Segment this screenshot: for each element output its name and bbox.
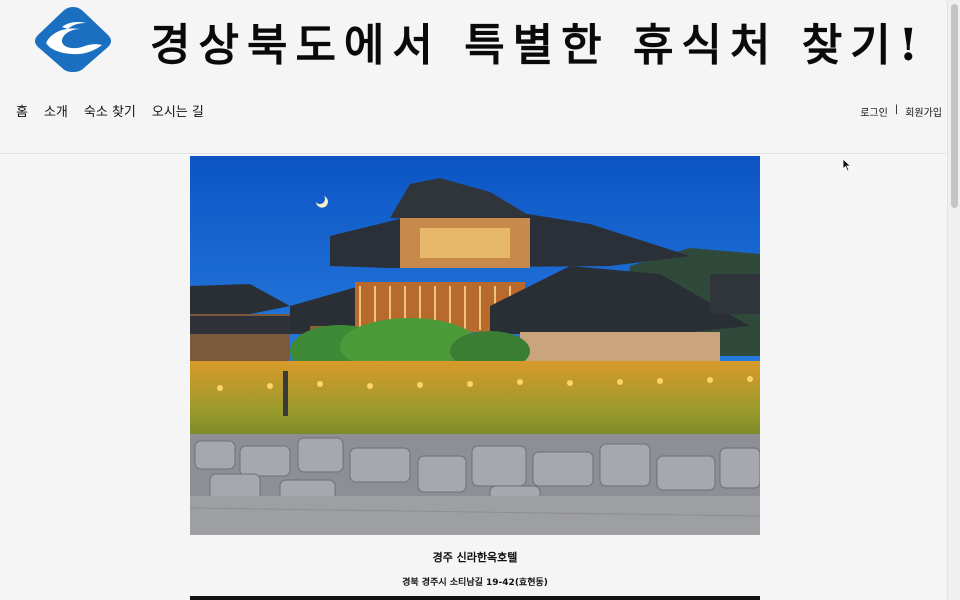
hanok-hotel-photo[interactable] [190, 156, 760, 535]
main-nav: 홈 소개 숙소 찾기 오시는 길 [16, 101, 204, 120]
page: 경상북도에서 특별한 휴식처 찾기! 홈 소개 숙소 찾기 오시는 길 로그인 … [0, 0, 960, 600]
login-link[interactable]: 로그인 [860, 104, 888, 119]
nav-item-find-lodging[interactable]: 숙소 찾기 [84, 101, 136, 120]
mouse-cursor-icon [842, 158, 852, 172]
nav-item-directions[interactable]: 오시는 길 [152, 101, 204, 120]
wave-diamond-logo-icon[interactable] [32, 5, 114, 73]
listing-address: 경북 경주시 소티남길 19-42(효현동) [402, 578, 548, 588]
site-title: 경상북도에서 특별한 휴식처 찾기! [150, 20, 926, 71]
nav-item-about[interactable]: 소개 [44, 101, 68, 120]
signup-link[interactable]: 회원가입 [905, 104, 942, 119]
auth-links: 로그인 | 회원가입 [860, 104, 942, 119]
listing-name[interactable]: 경주 신라한옥호텔 [190, 549, 760, 565]
scrollbar-thumb[interactable] [951, 4, 958, 208]
page-scrollbar[interactable] [947, 0, 960, 600]
auth-separator: | [894, 104, 899, 115]
site-header: 경상북도에서 특별한 휴식처 찾기! 홈 소개 숙소 찾기 오시는 길 로그인 … [0, 0, 948, 154]
nav-item-home[interactable]: 홈 [16, 101, 28, 120]
next-listing-image-edge [190, 596, 760, 600]
